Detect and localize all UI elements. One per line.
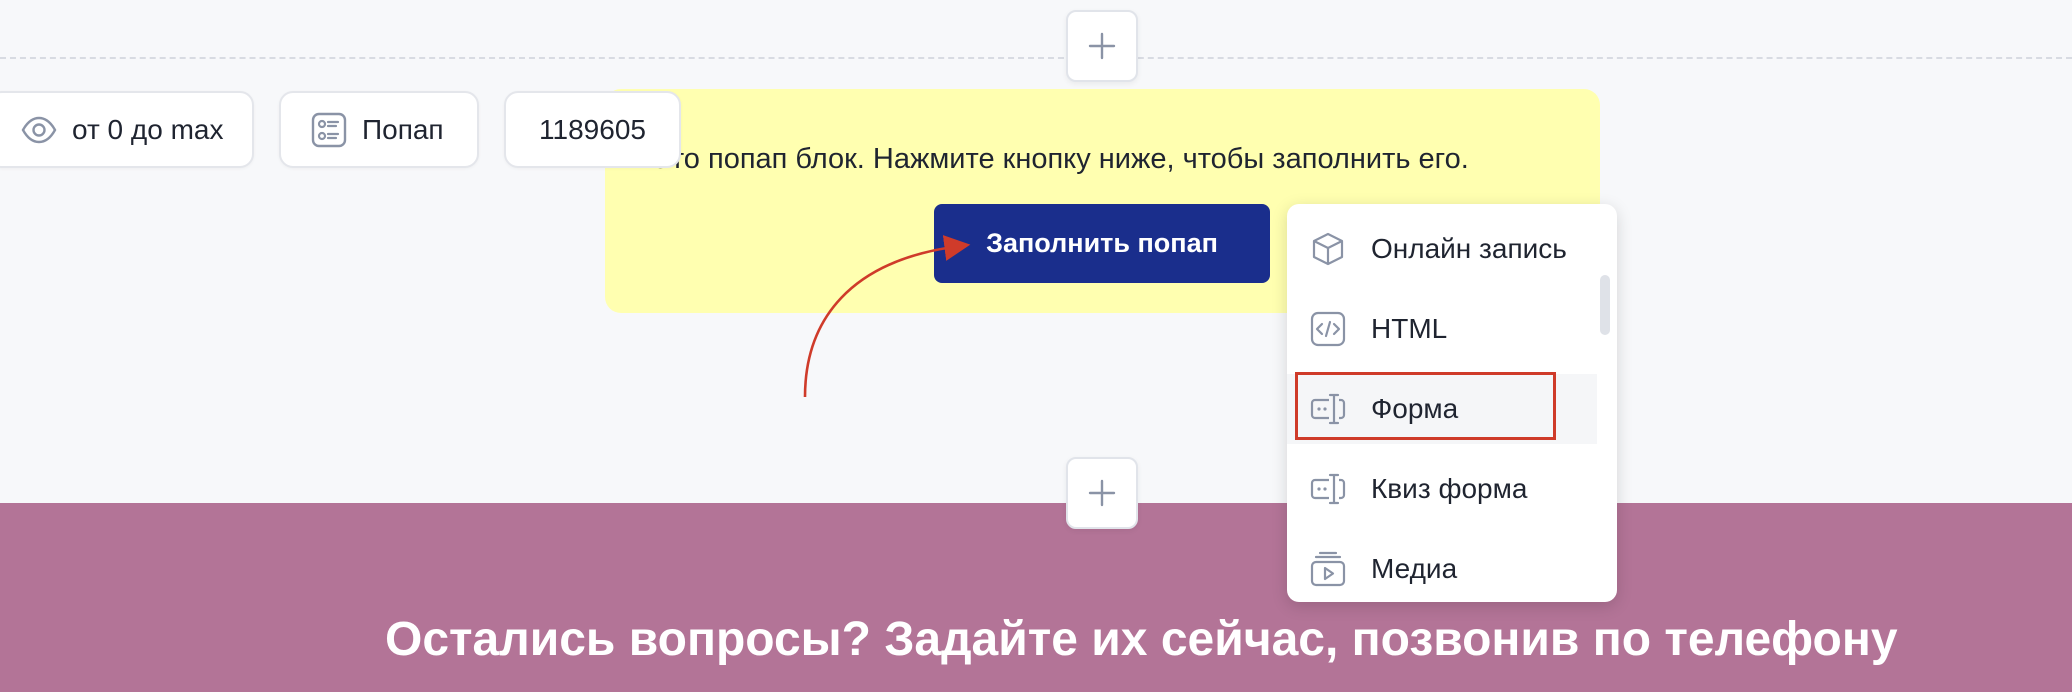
block-type-chip[interactable]: Попап	[279, 91, 479, 168]
visibility-chip[interactable]: от 0 до max	[0, 91, 254, 168]
cube-icon	[1309, 230, 1347, 268]
form-highlight-annotation	[1295, 372, 1556, 440]
eye-icon	[20, 111, 58, 149]
visibility-label: от 0 до max	[72, 113, 224, 145]
media-icon	[1309, 550, 1347, 588]
plus-icon	[1088, 479, 1116, 507]
popup-text: Это попап блок. Нажмите кнопку ниже, что…	[650, 143, 1469, 175]
popup-type-icon	[310, 111, 348, 149]
menu-item-html[interactable]: HTML	[1287, 294, 1597, 364]
dropdown-scrollbar[interactable]	[1600, 275, 1610, 335]
menu-item-media[interactable]: Медиа	[1287, 534, 1597, 602]
footer-title: Остались вопросы? Задайте их сейчас, поз…	[385, 613, 1898, 666]
fill-popup-button[interactable]: Заполнить попап	[934, 204, 1270, 283]
code-icon	[1309, 310, 1347, 348]
block-type-label: Попап	[362, 113, 444, 145]
add-block-top-button[interactable]	[1066, 10, 1138, 82]
block-id-label: 1189605	[539, 113, 646, 145]
plus-icon	[1088, 32, 1116, 60]
block-id-chip[interactable]: 1189605	[504, 91, 681, 168]
menu-item-online-booking[interactable]: Онлайн запись	[1287, 214, 1597, 284]
section-divider	[0, 57, 2072, 59]
menu-item-quiz-form[interactable]: Квиз форма	[1287, 454, 1597, 524]
add-block-bottom-button[interactable]	[1066, 457, 1138, 529]
quiz-form-icon	[1309, 470, 1347, 508]
